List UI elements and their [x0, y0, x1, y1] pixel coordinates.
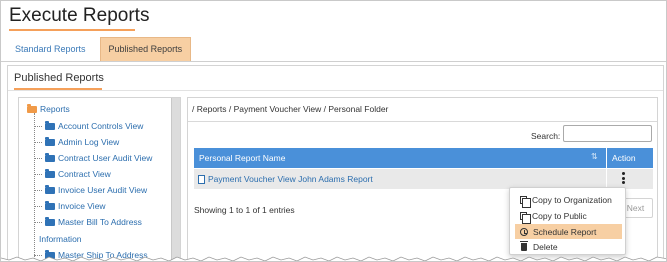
folder-icon — [45, 120, 55, 130]
folder-icon — [45, 200, 55, 210]
tabs-divider — [1, 61, 666, 62]
report-tree: Reports Account Controls View Admin Log … — [18, 97, 181, 261]
tree-item-label: Admin Log View — [58, 137, 120, 147]
table-header: Personal Report Name ⇅ Action — [194, 148, 653, 168]
tree-item-contract-user-audit-view[interactable]: Contract User Audit View — [34, 152, 153, 163]
tree-scrollbar[interactable] — [171, 98, 180, 261]
report-name: Payment Voucher View John Adams Report — [208, 174, 373, 184]
tree-item-label: Master Bill To Address — [58, 217, 142, 227]
menu-item-label: Copy to Public — [532, 210, 587, 221]
copy-icon — [520, 211, 531, 224]
torn-edge — [1, 256, 666, 261]
folder-icon — [45, 184, 55, 194]
folder-open-icon — [27, 103, 37, 113]
tree-item-label: Invoice User Audit View — [58, 185, 148, 195]
app-window: Execute Reports Standard Reports Publish… — [0, 0, 667, 262]
panel-title: Published Reports — [14, 72, 104, 84]
folder-icon — [45, 152, 55, 162]
menu-copy-to-public[interactable]: Copy to Public — [515, 208, 622, 224]
copy-icon — [520, 195, 531, 208]
tree-item-label: Account Controls View — [58, 121, 144, 131]
tree-item-label: Invoice View — [58, 201, 106, 211]
tree-root-label: Reports — [40, 104, 70, 114]
tab-standard-reports[interactable]: Standard Reports — [7, 37, 94, 62]
search-input[interactable] — [563, 125, 652, 142]
sort-icon[interactable]: ⇅ — [591, 152, 598, 161]
column-header-action: Action — [612, 153, 636, 163]
document-icon — [198, 174, 205, 184]
column-header-name[interactable]: Personal Report Name — [199, 153, 285, 163]
panel-divider — [8, 90, 663, 91]
tree-item-contract-view[interactable]: Contract View — [34, 168, 111, 179]
tab-published-reports[interactable]: Published Reports — [99, 37, 192, 62]
trash-icon — [520, 240, 528, 251]
menu-schedule-report[interactable]: Schedule Report — [515, 224, 622, 239]
table-info: Showing 1 to 1 of 1 entries — [194, 205, 295, 215]
menu-item-label: Delete — [533, 241, 558, 252]
tree-item-label: Contract View — [58, 169, 111, 179]
clock-icon — [520, 227, 528, 236]
tree-item-master-bill-to-address[interactable]: Master Bill To Address — [34, 216, 142, 227]
page-title: Execute Reports — [9, 5, 150, 26]
tree-item-label: Contract User Audit View — [58, 153, 153, 163]
folder-icon — [45, 216, 55, 226]
table-row: Payment Voucher View John Adams Report — [194, 169, 653, 189]
menu-delete[interactable]: Delete — [515, 239, 622, 254]
folder-icon — [45, 168, 55, 178]
tree-item-invoice-view[interactable]: Invoice View — [34, 200, 106, 211]
tree-item-account-controls-view[interactable]: Account Controls View — [34, 120, 144, 131]
menu-copy-to-organization[interactable]: Copy to Organization — [515, 192, 622, 208]
action-menu-icon[interactable] — [620, 172, 626, 186]
action-context-menu: Copy to Organization Copy to Public Sche… — [509, 187, 626, 255]
content-divider — [188, 121, 657, 122]
title-underline — [9, 29, 135, 31]
folder-icon — [45, 136, 55, 146]
tree-item-wrapped-text: Information — [39, 234, 82, 244]
search-label: Search: — [531, 131, 561, 141]
report-link[interactable]: Payment Voucher View John Adams Report — [198, 174, 373, 184]
tree-item-admin-log-view[interactable]: Admin Log View — [34, 136, 120, 147]
menu-item-label: Copy to Organization — [532, 194, 612, 205]
menu-item-label: Schedule Report — [533, 226, 597, 237]
tab-bar: Standard Reports Published Reports — [7, 37, 197, 62]
tree-item-invoice-user-audit-view[interactable]: Invoice User Audit View — [34, 184, 148, 195]
breadcrumb: / Reports / Payment Voucher View / Perso… — [192, 104, 389, 114]
